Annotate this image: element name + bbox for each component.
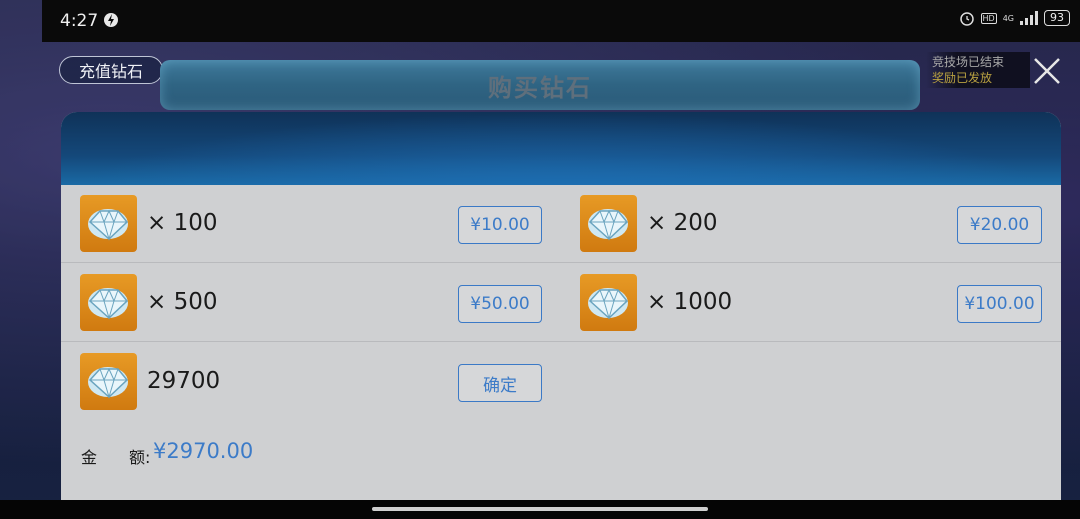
arena-notice: 竞技场已结束 奖励已发放 xyxy=(926,52,1030,88)
package-quantity: × 200 xyxy=(647,210,718,236)
diamond-icon xyxy=(80,274,137,331)
home-gesture-bar[interactable] xyxy=(372,507,708,511)
package-item: × 500 ¥50.00 xyxy=(61,264,561,342)
package-quantity: × 500 xyxy=(147,289,218,315)
confirm-button[interactable]: 确定 xyxy=(458,364,542,402)
shield-bolt-icon xyxy=(104,13,118,27)
price-button[interactable]: ¥20.00 xyxy=(957,206,1042,244)
price-button[interactable]: ¥50.00 xyxy=(458,285,542,323)
notice-line-1: 竞技场已结束 xyxy=(932,55,1005,69)
alarm-icon xyxy=(959,12,974,26)
package-quantity: × 100 xyxy=(147,210,218,236)
amount-value: ¥2970.00 xyxy=(153,439,254,463)
page-title: 购买钻石 xyxy=(488,74,592,102)
price-button[interactable]: ¥10.00 xyxy=(458,206,542,244)
close-icon[interactable] xyxy=(1032,56,1062,86)
package-item: × 200 ¥20.00 xyxy=(561,185,1061,263)
price-button[interactable]: ¥100.00 xyxy=(957,285,1042,323)
signal-icon xyxy=(1020,11,1038,25)
diamond-icon xyxy=(80,353,137,410)
diamond-icon xyxy=(80,195,137,252)
purchase-panel: × 100 ¥10.00 × 200 ¥20.00 × 500 ¥50.00 ×… xyxy=(61,112,1061,512)
status-time: 4:27 xyxy=(60,11,99,31)
diamond-icon xyxy=(580,195,637,252)
recharge-diamonds-button[interactable]: 充值钻石 xyxy=(59,56,163,84)
diamond-icon xyxy=(580,274,637,331)
status-icons: HD 4G 93 xyxy=(959,10,1070,26)
package-item: × 1000 ¥100.00 xyxy=(561,264,1061,342)
battery-icon: 93 xyxy=(1044,10,1070,26)
custom-amount-row: 29700 确定 xyxy=(61,343,561,421)
notice-line-2: 奖励已发放 xyxy=(932,71,993,85)
amount-label: 金 额: xyxy=(81,448,151,467)
package-quantity: × 1000 xyxy=(647,289,733,315)
title-banner: 购买钻石 xyxy=(160,60,920,110)
package-item: × 100 ¥10.00 xyxy=(61,185,561,263)
custom-quantity-input[interactable]: 29700 xyxy=(147,368,220,394)
panel-header xyxy=(61,112,1061,185)
hd-badge: HD xyxy=(980,12,997,24)
network-label: 4G xyxy=(1002,13,1014,23)
status-bar: 4:27 HD 4G 93 xyxy=(42,0,1080,42)
